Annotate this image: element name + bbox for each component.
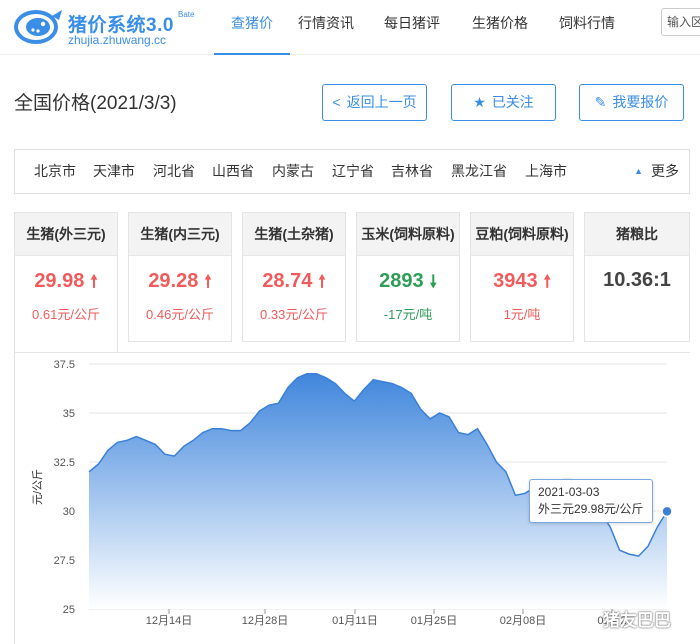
card-title: 豆粕(饲料原料) xyxy=(471,213,573,256)
y-tick-label: 30 xyxy=(63,506,75,518)
x-tick-label: 01月25日 xyxy=(411,615,457,627)
card-change: 0.46元/公斤 xyxy=(146,307,214,322)
x-tick-label: 02月08日 xyxy=(500,615,546,627)
report-price-button[interactable]: ✎ 我要报价 xyxy=(579,84,684,121)
chart-tooltip: 2021-03-03 外三元29.98元/公斤 xyxy=(529,479,653,523)
card-price: 10.36:1 xyxy=(585,269,689,292)
y-tick-label: 32.5 xyxy=(54,457,75,469)
price-card-inner-three[interactable]: 生猪(内三元) 29.28 🠕 0.46元/公斤 xyxy=(128,212,232,342)
latest-point-marker[interactable] xyxy=(661,505,673,518)
x-tick-label: 12月14日 xyxy=(146,615,192,627)
x-axis-ticks: 12月14日 12月28日 01月11日 01月25日 02月08日 02月2 xyxy=(146,609,627,627)
arrow-up-icon: 🠕 xyxy=(204,272,212,291)
chevron-left-icon: < xyxy=(332,94,341,110)
card-price-value: 29.28 xyxy=(148,270,199,292)
watermark: 猪友巴巴 xyxy=(603,611,671,630)
x-tick-label: 01月11日 xyxy=(332,615,378,627)
price-card-corn[interactable]: 玉米(饲料原料) 2893 🠗 -17元/吨 xyxy=(356,212,460,342)
province-neimenggu[interactable]: 内蒙古 xyxy=(272,150,314,193)
back-button-label: 返回上一页 xyxy=(346,94,417,110)
province-tianjin[interactable]: 天津市 xyxy=(93,150,135,193)
more-label: 更多 xyxy=(651,163,679,179)
page-title: 全国价格(2021/3/3) xyxy=(14,93,177,114)
logo-beta-tag: Bate xyxy=(178,10,195,19)
price-card-pig-grain-ratio[interactable]: 猪粮比 10.36:1 xyxy=(584,212,690,342)
star-icon: ★ xyxy=(473,94,486,110)
y-tick-label: 27.5 xyxy=(54,555,75,567)
card-title: 生猪(外三元) xyxy=(15,213,117,256)
card-title: 生猪(土杂猪) xyxy=(243,213,345,256)
arrow-down-icon: 🠗 xyxy=(429,272,437,291)
card-price: 29.28 🠕 xyxy=(129,269,231,298)
y-axis-ticks: 37.5 35 32.5 30 27.5 25 xyxy=(54,359,75,616)
top-header: 猪价系统3.0 Bate zhujia.zhuwang.cc 查猪价 行情资讯 … xyxy=(0,0,700,55)
follow-button-label: 已关注 xyxy=(491,94,534,110)
card-price: 2893 🠗 xyxy=(357,269,459,298)
follow-button[interactable]: ★ 已关注 xyxy=(451,84,556,121)
report-button-label: 我要报价 xyxy=(612,94,669,110)
price-card-native-pig[interactable]: 生猪(土杂猪) 28.74 🠕 0.33元/公斤 xyxy=(242,212,346,342)
card-change: 0.61元/公斤 xyxy=(32,307,100,322)
edit-icon: ✎ xyxy=(594,94,607,110)
province-beijing[interactable]: 北京市 xyxy=(34,150,76,193)
arrow-up-icon: 🠕 xyxy=(543,272,551,291)
logo-domain: zhujia.zhuwang.cc xyxy=(68,33,167,47)
more-provinces-toggle[interactable]: ▲ 更多 xyxy=(634,150,679,193)
nav-feed-market[interactable]: 饲料行情 xyxy=(557,0,617,55)
tooltip-text: 外三元29.98元/公斤 xyxy=(538,502,644,516)
price-card-soybean-meal[interactable]: 豆粕(饲料原料) 3943 🠕 1元/吨 xyxy=(470,212,574,342)
card-change: 0.33元/公斤 xyxy=(260,307,328,322)
province-shanxi[interactable]: 山西省 xyxy=(212,150,254,193)
nav-hog-price[interactable]: 生猪价格 xyxy=(470,0,530,55)
tooltip-date: 2021-03-03 xyxy=(538,485,600,499)
y-tick-label: 25 xyxy=(63,604,75,616)
province-shanghai[interactable]: 上海市 xyxy=(525,150,567,193)
y-tick-label: 37.5 xyxy=(54,359,75,371)
card-price-value: 29.98 xyxy=(34,270,85,292)
y-tick-label: 35 xyxy=(63,408,75,420)
nav-daily-review[interactable]: 每日猪评 xyxy=(382,0,442,55)
province-filter-bar: 北京市 天津市 河北省 山西省 内蒙古 辽宁省 吉林省 黑龙江省 上海市 ▲ 更多 xyxy=(14,149,690,194)
province-jilin[interactable]: 吉林省 xyxy=(391,150,433,193)
arrow-up-icon: 🠕 xyxy=(90,272,98,291)
card-title: 玉米(饲料原料) xyxy=(357,213,459,256)
pig-logo-icon xyxy=(14,10,62,44)
province-liaoning[interactable]: 辽宁省 xyxy=(332,150,374,193)
card-title: 猪粮比 xyxy=(585,213,689,256)
region-search-input[interactable]: 输入区 xyxy=(661,8,700,36)
card-title: 生猪(内三元) xyxy=(129,213,231,256)
card-price-value: 3943 xyxy=(493,270,538,292)
price-card-outer-three[interactable]: 生猪(外三元) 29.98 🠕 0.61元/公斤 xyxy=(14,212,118,353)
card-change: -17元/吨 xyxy=(383,307,433,322)
province-hebei[interactable]: 河北省 xyxy=(153,150,195,193)
card-price: 3943 🠕 xyxy=(471,269,573,298)
triangle-up-icon: ▲ xyxy=(634,166,643,176)
card-price: 28.74 🠕 xyxy=(243,269,345,298)
card-price-value: 10.36:1 xyxy=(603,269,671,291)
back-button[interactable]: < 返回上一页 xyxy=(322,84,427,121)
y-axis-label: 元/公斤 xyxy=(31,469,44,505)
card-price-value: 2893 xyxy=(379,270,424,292)
card-price-value: 28.74 xyxy=(262,270,313,292)
nav-market-news[interactable]: 行情资讯 xyxy=(296,0,356,55)
nav-check-price[interactable]: 查猪价 xyxy=(214,0,290,55)
arrow-up-icon: 🠕 xyxy=(318,272,326,291)
site-logo[interactable]: 猪价系统3.0 Bate zhujia.zhuwang.cc xyxy=(12,4,202,50)
card-change: 1元/吨 xyxy=(503,307,541,322)
x-tick-label: 12月28日 xyxy=(242,615,288,627)
card-price: 29.98 🠕 xyxy=(15,269,117,298)
province-heilongjiang[interactable]: 黑龙江省 xyxy=(451,150,507,193)
